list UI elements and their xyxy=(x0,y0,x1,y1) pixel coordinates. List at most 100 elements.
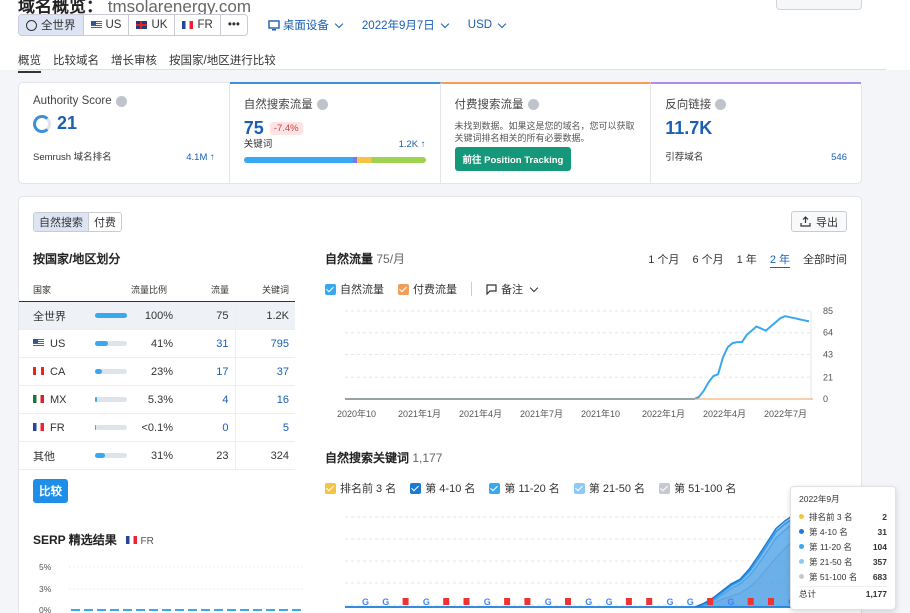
country-row[interactable]: FR <0.1% 0 5 xyxy=(19,413,295,442)
checkbox-icon xyxy=(325,482,336,494)
legend-keyword-range[interactable]: 第 11-20 名 xyxy=(489,480,560,496)
google-update-marker: G xyxy=(362,597,369,607)
chevron-down-icon xyxy=(497,19,507,28)
organic-keywords-chart: GGGGGGGGGGG xyxy=(345,507,835,608)
flag-us-icon xyxy=(33,338,44,347)
event-flag-marker xyxy=(768,598,774,605)
share-bar xyxy=(95,369,127,375)
country-row[interactable]: 全世界 100% 75 1.2K xyxy=(19,301,295,330)
country-name: 其他 xyxy=(33,450,55,463)
legend-keyword-range[interactable]: 排名前 3 名 xyxy=(325,480,396,496)
device-dropdown[interactable]: 桌面设备 xyxy=(268,17,344,33)
chevron-down-icon xyxy=(440,19,450,28)
keywords-value[interactable]: 16 xyxy=(235,385,295,414)
country-row[interactable]: MX 5.3% 4 16 xyxy=(19,385,295,414)
position-tracking-button[interactable]: 前往 Position Tracking xyxy=(454,147,572,171)
keywords-value[interactable]: 1.2K ↑ xyxy=(399,139,426,150)
tooltip-row: 排名前 3 名2 xyxy=(799,509,887,524)
organic-traffic-card[interactable]: 自然搜索流量 75 -7.4% 关键词 1.2K ↑ xyxy=(229,82,441,183)
db-uk[interactable]: UK xyxy=(129,15,176,35)
google-update-marker: G xyxy=(382,597,389,607)
google-update-marker: G xyxy=(484,597,491,607)
period-option[interactable]: 1 个月 xyxy=(648,251,679,268)
period-option[interactable]: 全部时间 xyxy=(803,251,847,268)
info-icon xyxy=(527,98,539,110)
main-panel: 自然搜索 付费 导出 按国家/地区划分 国家 流量比例 流量 关键词 全世界 1… xyxy=(18,196,862,613)
toggle-organic[interactable]: 自然搜索 xyxy=(34,213,89,231)
compare-button[interactable]: 比较 xyxy=(33,479,68,503)
serp-bar xyxy=(71,609,80,611)
x-tick-label: 2020年10 xyxy=(337,408,376,419)
x-tick-label: 2022年1月 xyxy=(642,408,685,419)
db-more[interactable]: ••• xyxy=(220,15,247,35)
traffic-value[interactable]: 0 xyxy=(189,413,236,442)
serp-bar xyxy=(279,609,288,611)
traffic-value[interactable]: 31 xyxy=(189,329,236,358)
export-button[interactable]: 导出 xyxy=(791,211,847,232)
series-dot-icon xyxy=(799,559,804,564)
event-flag-marker xyxy=(504,598,511,605)
paid-traffic-card: 付费搜索流量 未找到数据。如果这是您的域名，您可以获取关键词排名相关的所有必要数… xyxy=(440,82,652,183)
legend-paid-traffic[interactable]: 付费流量 xyxy=(398,281,457,297)
change-badge: -7.4% xyxy=(269,122,303,135)
flag-fr-icon xyxy=(182,21,194,29)
keywords-value[interactable]: 5 xyxy=(235,413,295,442)
share-value: 5.3% xyxy=(147,393,173,406)
referring-domains-value[interactable]: 546 xyxy=(831,152,847,163)
legend-keyword-range[interactable]: 第 51-100 名 xyxy=(659,480,736,496)
keywords-value[interactable]: 795 xyxy=(235,329,295,358)
top-right-button[interactable] xyxy=(776,0,862,10)
legend-organic-traffic[interactable]: 自然流量 xyxy=(325,281,384,297)
db-us[interactable]: US xyxy=(83,15,130,35)
toggle-paid[interactable]: 付费 xyxy=(89,213,121,231)
tooltip-row: 第 21-50 名 357 xyxy=(799,554,887,569)
event-flag-marker xyxy=(443,598,450,605)
db-worldwide[interactable]: 全世界 xyxy=(19,15,84,35)
serp-chart: 5% 3% 0% xyxy=(39,562,303,613)
score-ring-icon xyxy=(33,114,51,133)
keywords-value[interactable]: 37 xyxy=(235,357,295,386)
share-bar xyxy=(95,425,127,431)
more-icon: ••• xyxy=(227,19,240,31)
keyword-area-series xyxy=(345,507,804,608)
authority-score-card[interactable]: Authority Score 21 Semrush 域名排名 4.1M ↑ xyxy=(19,83,230,183)
top-bar: 域名概览： tmsolarenergy.com 全世界 US UK FR •••… xyxy=(0,0,910,73)
period-option[interactable]: 6 个月 xyxy=(692,251,723,268)
traffic-legend: 自然流量 付费流量 备注 xyxy=(325,281,545,297)
share-value: 100% xyxy=(144,309,173,322)
notes-dropdown[interactable]: 备注 xyxy=(486,281,539,297)
country-table: 国家 流量比例 流量 关键词 全世界 100% 75 1.2K US 41% 31… xyxy=(19,283,295,470)
flag-uk-icon xyxy=(136,21,148,29)
country-row[interactable]: 其他 31% 23 324 xyxy=(19,441,295,470)
serp-bar xyxy=(214,609,223,611)
serp-ytick: 5% xyxy=(39,562,52,572)
y-tick-label: 21 xyxy=(823,372,833,382)
legend-keyword-range[interactable]: 第 4-10 名 xyxy=(410,480,475,496)
event-flag-marker xyxy=(707,598,714,605)
series-dot-icon xyxy=(799,574,804,579)
authority-score-value: 21 xyxy=(57,113,78,133)
share-value: 23% xyxy=(150,365,173,378)
period-option[interactable]: 1 年 xyxy=(737,251,757,268)
traffic-value[interactable]: 17 xyxy=(189,357,236,386)
tooltip-total: 总计 1,177 xyxy=(799,586,887,601)
date-dropdown[interactable]: 2022年9月7日 xyxy=(362,17,450,33)
summary-cards: Authority Score 21 Semrush 域名排名 4.1M ↑ 自… xyxy=(18,82,862,184)
serp-bar xyxy=(292,609,301,611)
organic-paid-toggle: 自然搜索 付费 xyxy=(33,212,122,232)
db-fr[interactable]: FR xyxy=(175,15,221,35)
country-row[interactable]: CA 23% 17 37 xyxy=(19,357,295,386)
period-option[interactable]: 2 年 xyxy=(769,251,790,268)
legend-keyword-range[interactable]: 第 21-50 名 xyxy=(573,480,645,496)
currency-dropdown[interactable]: USD xyxy=(468,19,507,31)
serp-bar xyxy=(110,609,119,611)
semrush-rank-value[interactable]: 4.1M ↑ xyxy=(186,152,215,163)
x-tick-label: 2022年4月 xyxy=(703,408,746,419)
traffic-value[interactable]: 4 xyxy=(189,385,236,414)
y-tick-label: 43 xyxy=(823,349,833,359)
country-row[interactable]: US 41% 31 795 xyxy=(19,329,295,358)
google-update-marker: G xyxy=(423,597,430,607)
flag-us-icon xyxy=(90,21,102,29)
share-bar xyxy=(95,397,127,403)
backlinks-card[interactable]: 反向链接 11.7K 引荐域名 546 xyxy=(651,82,861,183)
